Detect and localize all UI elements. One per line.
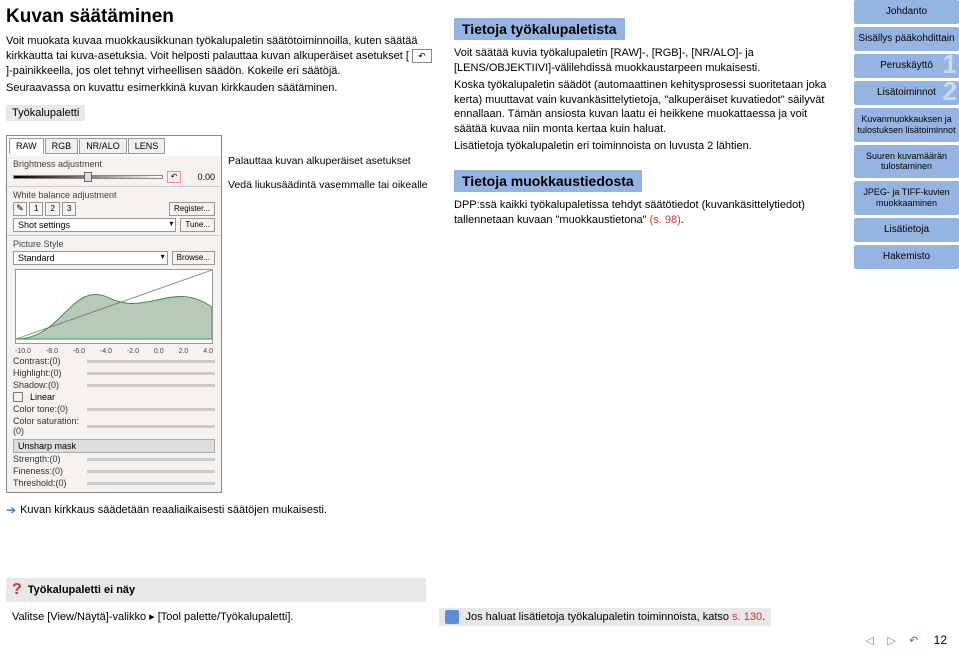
tune-button[interactable]: Tune...	[180, 218, 215, 232]
sidebar: Johdanto Sisällys pääkohdittain Peruskäy…	[854, 0, 959, 655]
arrow-icon: ➔	[6, 503, 16, 517]
wb-label: White balance adjustment	[13, 190, 215, 200]
intro-p1a: Voit muokata kuvaa muokkausikkunan työka…	[6, 35, 418, 62]
strength-label: Strength:(0)	[13, 454, 83, 464]
contrast-slider[interactable]	[87, 360, 215, 363]
nav-prev-button[interactable]: ◁	[860, 631, 880, 649]
reset-icon: ↶	[412, 49, 432, 63]
sidebar-item-advanced[interactable]: Lisätoiminnot 2	[854, 81, 959, 105]
highlight-slider[interactable]	[87, 372, 215, 375]
sidebar-item-bulkprint[interactable]: Suuren kuvamäärän tulostaminen	[854, 145, 959, 179]
intro-p1: Voit muokata kuvaa muokkausikkunan työka…	[6, 34, 436, 79]
intro-p1b: ]-painikkeella, jos olet tehnyt virheell…	[6, 65, 340, 77]
nav-next-button[interactable]: ▷	[882, 631, 902, 649]
right-p3: Lisätietoja työkalupaletin eri toiminnoi…	[454, 139, 836, 154]
sidebar-item-editprint[interactable]: Kuvanmuokkauksen ja tulostuksen lisätoim…	[854, 108, 959, 142]
contrast-label: Contrast:(0)	[13, 356, 83, 366]
eyedropper-icon[interactable]: ✎	[13, 202, 27, 216]
colortone-label: Color tone:(0)	[13, 404, 83, 414]
shadow-slider[interactable]	[87, 384, 215, 387]
intro-p2: Seuraavassa on kuvattu esimerkkinä kuvan…	[6, 81, 436, 96]
callout-reset: Palauttaa kuvan alkuperäiset asetukset	[228, 155, 436, 169]
brightness-value: 0.00	[185, 172, 215, 182]
threshold-slider[interactable]	[87, 482, 215, 485]
sidebar-item-index[interactable]: Hakemisto	[854, 245, 959, 269]
question-icon: ?	[12, 581, 22, 599]
histogram-scale: -10.0-8.0-6.0-4.0-2.00.02.04.0	[13, 348, 215, 355]
sidebar-item-moreinfo[interactable]: Lisätietoja	[854, 218, 959, 242]
realtime-note: Kuvan kirkkaus säädetään reaaliaikaisest…	[20, 504, 327, 516]
strength-slider[interactable]	[87, 458, 215, 461]
brightness-slider[interactable]	[13, 175, 163, 179]
sidebar-item-basic[interactable]: Peruskäyttö 1	[854, 54, 959, 78]
sidebar-item-label: Peruskäyttö	[880, 60, 933, 71]
tab-lens[interactable]: LENS	[128, 138, 166, 154]
callout-drag: Vedä liukusäädintä vasemmalle tai oikeal…	[228, 179, 436, 193]
hint-text: Jos haluat lisätietoja työkalupaletin to…	[465, 611, 765, 623]
sidebar-item-intro[interactable]: Johdanto	[854, 0, 959, 24]
tool-palette-screenshot: RAW RGB NR/ALO LENS Brightness adjustmen…	[6, 135, 222, 493]
threshold-label: Threshold:(0)	[13, 478, 83, 488]
sidebar-item-label: Lisätoiminnot	[877, 87, 936, 98]
wb-btn-1[interactable]: 1	[29, 202, 43, 216]
sidebar-item-jpegtiff[interactable]: JPEG- ja TIFF-kuvien muokkaaminen	[854, 181, 959, 215]
ps-label: Picture Style	[13, 239, 215, 249]
brightness-label: Brightness adjustment	[13, 159, 215, 169]
info-heading-palette: Tietoja työkalupaletista	[454, 18, 625, 40]
faq-title: Työkalupaletti ei näy	[28, 584, 135, 596]
browse-button[interactable]: Browse...	[172, 251, 215, 265]
histogram	[15, 269, 213, 344]
wb-btn-2[interactable]: 2	[45, 202, 59, 216]
nav-back-button[interactable]: ↶	[904, 631, 924, 649]
page-number: 12	[934, 633, 947, 647]
chapter-num-2: 2	[943, 76, 957, 107]
wb-dropdown[interactable]: Shot settings	[13, 218, 176, 232]
wb-btn-3[interactable]: 3	[62, 202, 76, 216]
link-p98[interactable]: (s. 98)	[650, 214, 681, 226]
unsharp-dropdown[interactable]: Unsharp mask	[13, 439, 215, 453]
highlight-label: Highlight:(0)	[13, 368, 83, 378]
palette-label: Työkalupaletti	[6, 105, 85, 121]
right-p4: DPP:ssä kaikki työkalupaletissa tehdyt s…	[454, 198, 836, 228]
page-title: Kuvan säätäminen	[6, 6, 436, 28]
info-icon	[445, 610, 459, 624]
colorsat-label: Color saturation:(0)	[13, 416, 83, 436]
right-p1: Voit säätää kuvia työkalupaletin [RAW]-,…	[454, 46, 836, 76]
right-p2: Koska työkalupaletin säädöt (automaattin…	[454, 78, 836, 137]
fineness-label: Fineness:(0)	[13, 466, 83, 476]
linear-checkbox[interactable]	[13, 392, 23, 402]
sidebar-item-contents[interactable]: Sisällys pääkohdittain	[854, 27, 959, 51]
link-p130[interactable]: s. 130	[732, 611, 762, 623]
tab-nralo[interactable]: NR/ALO	[79, 138, 127, 154]
linear-label: Linear	[30, 392, 55, 402]
tab-raw[interactable]: RAW	[9, 138, 44, 154]
colorsat-slider[interactable]	[87, 425, 215, 428]
register-button[interactable]: Register...	[169, 202, 215, 216]
ps-dropdown[interactable]: Standard	[13, 251, 168, 265]
shadow-label: Shadow:(0)	[13, 380, 83, 390]
info-heading-editdata: Tietoja muokkaustiedosta	[454, 170, 642, 192]
brightness-reset-button[interactable]: ↶	[167, 171, 181, 183]
tab-rgb[interactable]: RGB	[45, 138, 79, 154]
fineness-slider[interactable]	[87, 470, 215, 473]
colortone-slider[interactable]	[87, 408, 215, 411]
faq-body: Valitse [View/Näytä]-valikko ▸ [Tool pal…	[6, 606, 299, 627]
